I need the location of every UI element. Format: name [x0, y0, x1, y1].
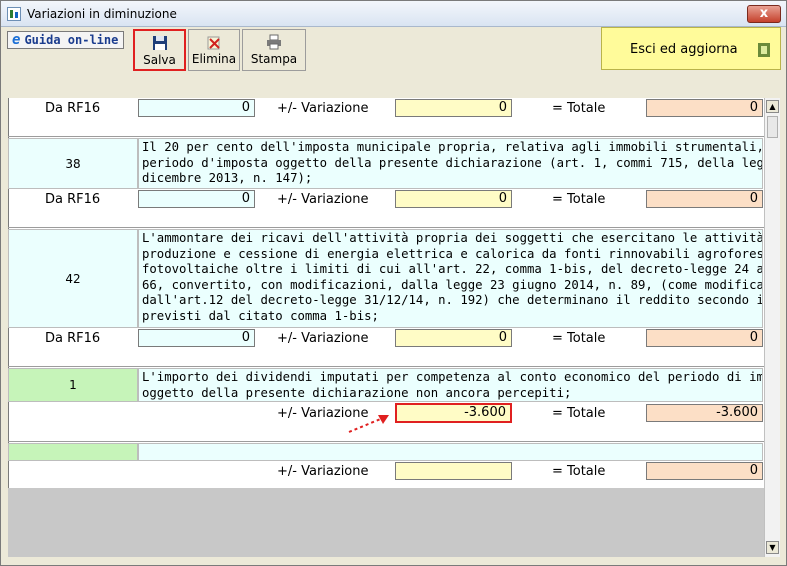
browser-icon: e — [12, 32, 21, 48]
scroll-thumb[interactable] — [767, 116, 778, 138]
row-code: 38 — [8, 138, 138, 189]
close-button[interactable]: x — [747, 5, 781, 23]
exit-door-icon — [758, 43, 770, 57]
description-line: fotovoltaiche oltre i limiti di cui all'… — [142, 262, 762, 276]
variazione-label: +/- Variazione — [277, 331, 369, 346]
floppy-disk-icon — [152, 36, 167, 50]
app-icon — [7, 7, 21, 21]
description-line: dall'art.12 del decreto-legge 31/12/14, … — [142, 293, 763, 307]
title-bar: Variazioni in diminuzione x — [1, 1, 786, 27]
description-line: L'ammontare dei ricavi dell'attività pro… — [142, 231, 763, 245]
totale-label: = Totale — [552, 464, 606, 479]
totale-field: 0 — [646, 99, 763, 117]
source-value-field[interactable]: 0 — [138, 329, 255, 347]
variazione-field[interactable]: 0 — [395, 190, 512, 208]
row-divider — [8, 366, 764, 367]
row-code — [8, 443, 138, 461]
description-line: periodo d'imposta oggetto della presente… — [142, 155, 763, 170]
totale-label: = Totale — [552, 406, 606, 421]
description-line: oggetto della presente dichiarazione non… — [142, 385, 572, 400]
scroll-down-arrow-icon[interactable]: ▼ — [766, 541, 779, 554]
exit-and-update-button[interactable]: Esci ed aggiorna — [601, 27, 781, 70]
guida-online-label: Guida on-line — [24, 33, 119, 47]
row-description — [138, 443, 763, 461]
delete-button[interactable]: Elimina — [188, 29, 240, 71]
printer-icon — [267, 34, 281, 50]
red-arrow-icon — [348, 415, 389, 433]
exit-and-update-label: Esci ed aggiorna — [630, 42, 738, 57]
print-button[interactable]: Stampa — [242, 29, 306, 71]
description-line: previsti dal citato comma 1-bis; — [142, 308, 379, 323]
toolbar: e Guida on-line Salva Elimina Stampa Esc… — [1, 27, 786, 75]
source-label: Da RF16 — [45, 192, 101, 207]
description-line: 66, convertito, con modificazioni, dalla… — [142, 277, 763, 292]
variazione-field[interactable]: 0 — [395, 329, 512, 347]
source-label: Da RF16 — [45, 101, 101, 116]
row-description: L'ammontare dei ricavi dell'attività pro… — [138, 229, 763, 328]
variazione-label: +/- Variazione — [277, 192, 369, 207]
row-description: L'importo dei dividendi imputati per com… — [138, 368, 763, 402]
save-button[interactable]: Salva — [133, 29, 186, 71]
delete-label: Elimina — [191, 52, 237, 66]
source-label: Da RF16 — [45, 331, 101, 346]
totale-field: 0 — [646, 462, 763, 480]
totale-label: = Totale — [552, 331, 606, 346]
variazione-field[interactable] — [395, 462, 512, 480]
variazione-label: +/- Variazione — [277, 101, 369, 116]
description-line: L'importo dei dividendi imputati per com… — [142, 370, 763, 384]
row-code: 42 — [8, 229, 138, 328]
variazione-field[interactable]: 0 — [395, 99, 512, 117]
totale-field: 0 — [646, 190, 763, 208]
scroll-up-arrow-icon[interactable]: ▲ — [766, 100, 779, 113]
window-title: Variazioni in diminuzione — [27, 7, 177, 21]
variazione-field-highlighted[interactable]: -3.600 — [395, 403, 512, 423]
description-line: produzione e cessione di energia elettri… — [142, 246, 763, 261]
description-line: Il 20 per cento dell'imposta municipale … — [142, 140, 763, 154]
delete-icon — [207, 36, 220, 50]
row-divider — [8, 227, 764, 228]
variazione-label: +/- Variazione — [277, 464, 369, 479]
source-value-field[interactable]: 0 — [138, 99, 255, 117]
vertical-scrollbar[interactable]: ▲ ▼ — [764, 98, 780, 557]
row-divider — [8, 136, 764, 137]
save-label: Salva — [143, 53, 176, 67]
totale-label: = Totale — [552, 192, 606, 207]
row-divider — [8, 441, 764, 442]
totale-field: -3.600 — [646, 404, 763, 422]
totale-label: = Totale — [552, 101, 606, 116]
description-line: dicembre 2013, n. 147); — [142, 171, 313, 185]
guida-online-button[interactable]: e Guida on-line — [7, 31, 124, 49]
source-value-field[interactable]: 0 — [138, 190, 255, 208]
print-label: Stampa — [250, 52, 298, 66]
totale-field: 0 — [646, 329, 763, 347]
empty-area — [8, 488, 764, 557]
window: Variazioni in diminuzione x e Guida on-li… — [0, 0, 787, 566]
row-code: 1 — [8, 368, 138, 402]
row-description: Il 20 per cento dell'imposta municipale … — [138, 138, 763, 189]
